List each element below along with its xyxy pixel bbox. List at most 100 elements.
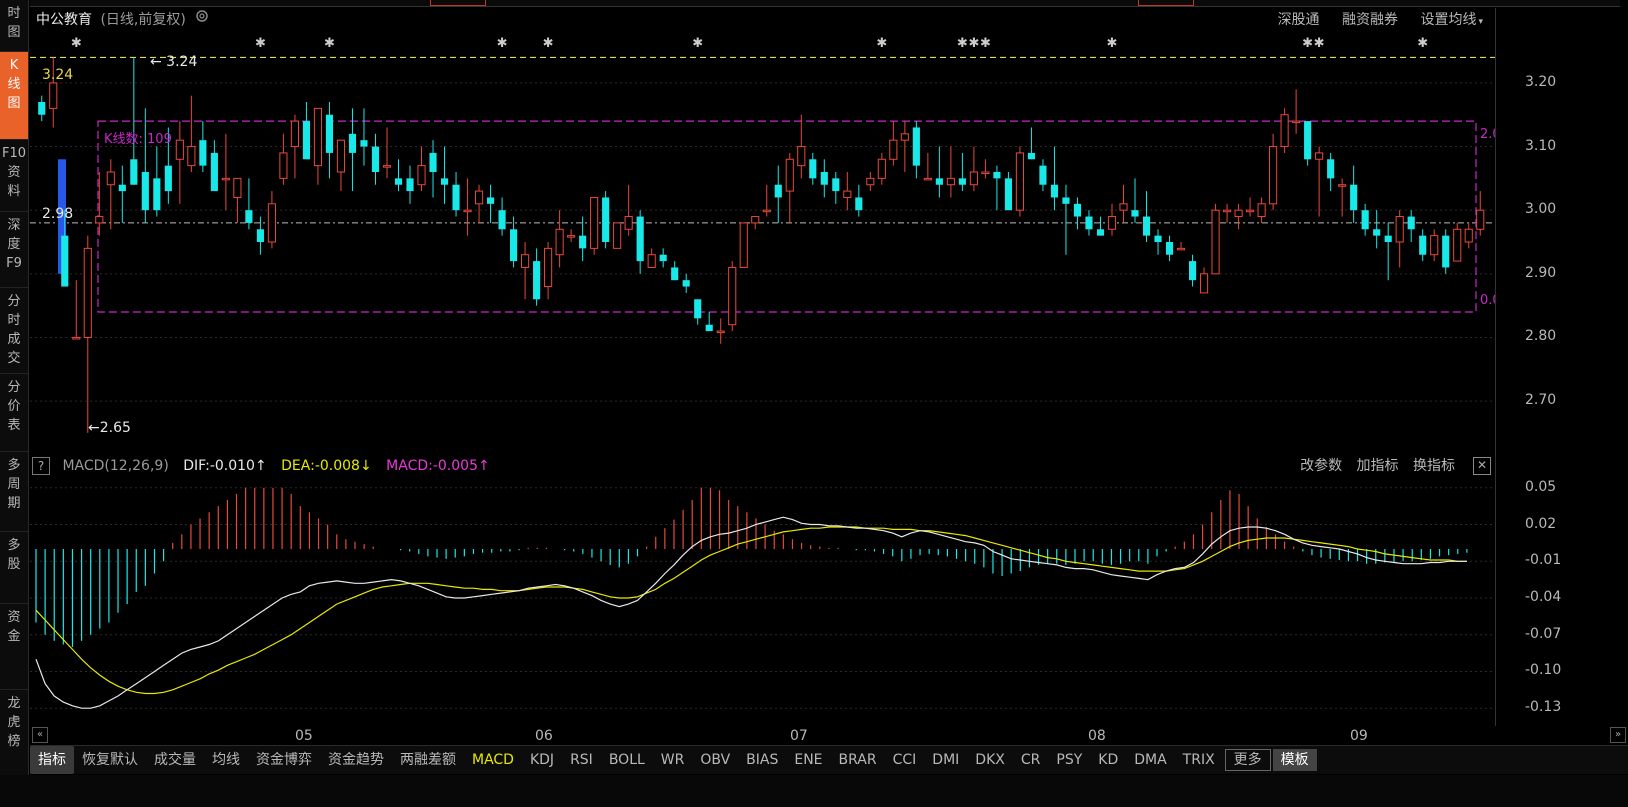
star-marker: ✱ bbox=[71, 36, 82, 51]
candle-body bbox=[820, 172, 828, 185]
candle-body bbox=[993, 172, 1001, 179]
tab-13[interactable]: BIAS bbox=[738, 746, 786, 774]
tab-19[interactable]: CR bbox=[1013, 746, 1049, 774]
tab-2[interactable]: 成交量 bbox=[146, 746, 204, 774]
candle-body bbox=[1476, 209, 1485, 230]
kline-count-label: K线数: 109 bbox=[104, 132, 172, 147]
tab-7[interactable]: MACD bbox=[464, 746, 522, 774]
candle-body bbox=[1292, 120, 1301, 124]
tab-23[interactable]: TRIX bbox=[1175, 746, 1223, 774]
candle-body bbox=[130, 159, 138, 185]
nav-item-text: 交 bbox=[7, 351, 21, 366]
candle-body bbox=[1188, 261, 1197, 281]
tab-12[interactable]: OBV bbox=[692, 746, 738, 774]
add-indicator-button[interactable]: 加指标 bbox=[1357, 458, 1399, 474]
tab-6[interactable]: 两融差额 bbox=[392, 746, 464, 774]
tab-8[interactable]: KDJ bbox=[522, 746, 562, 774]
arrow-up-icon: ↑ bbox=[254, 458, 267, 474]
tab-16[interactable]: CCI bbox=[885, 746, 925, 774]
candle-body bbox=[1234, 209, 1243, 218]
dif-label: DIF:-0.010 bbox=[183, 458, 255, 474]
edit-params-button[interactable]: 改参数 bbox=[1300, 458, 1342, 474]
tab-11[interactable]: WR bbox=[653, 746, 693, 774]
scroll-right-icon[interactable]: » bbox=[1610, 727, 1626, 743]
tab-10[interactable]: BOLL bbox=[601, 746, 653, 774]
nav-item-1[interactable]: K线图 bbox=[0, 52, 28, 140]
candle-body bbox=[1015, 152, 1024, 211]
scroll-left-icon[interactable]: « bbox=[32, 727, 48, 743]
link-margin[interactable]: 融资融券 bbox=[1342, 12, 1398, 28]
tab-9[interactable]: RSI bbox=[562, 746, 601, 774]
link-ma-settings[interactable]: 设置均线 ▾ bbox=[1420, 12, 1483, 28]
nav-item-text: 资 bbox=[7, 165, 21, 180]
chart-mode: (日线,前复权) bbox=[100, 12, 186, 28]
close-icon[interactable]: ✕ bbox=[1473, 457, 1491, 475]
nav-item-8[interactable]: 资金 bbox=[0, 604, 28, 690]
link-shengutong[interactable]: 深股通 bbox=[1278, 12, 1320, 28]
nav-item-text: 股 bbox=[7, 557, 21, 572]
candle-body bbox=[567, 235, 576, 238]
stock-name[interactable]: 中公教育 bbox=[36, 12, 92, 28]
nav-item-5[interactable]: 分价表 bbox=[0, 374, 28, 452]
star-marker: ✱ bbox=[255, 36, 266, 51]
tab-3[interactable]: 均线 bbox=[204, 746, 248, 774]
candle-body bbox=[843, 190, 852, 198]
macd-chart[interactable] bbox=[30, 478, 1495, 718]
tab-1[interactable]: 恢复默认 bbox=[74, 746, 146, 774]
candle-body bbox=[1350, 184, 1358, 211]
candle-body bbox=[1453, 228, 1462, 262]
candle-body bbox=[544, 247, 553, 288]
candle-body bbox=[877, 158, 886, 179]
nav-item-3[interactable]: 深度 F9 bbox=[0, 212, 28, 288]
candle-body bbox=[1442, 235, 1450, 268]
top-strip bbox=[30, 0, 1620, 7]
candle-body bbox=[682, 280, 690, 287]
nav-item-6[interactable]: 多周期 bbox=[0, 452, 28, 532]
candle-body bbox=[762, 209, 771, 213]
candle-body bbox=[302, 121, 311, 160]
nav-item-text: 虎 bbox=[7, 715, 21, 730]
tab-15[interactable]: BRAR bbox=[831, 746, 885, 774]
nav-item-7[interactable]: 多股 bbox=[0, 532, 28, 604]
nav-item-4[interactable]: 分时成交 bbox=[0, 288, 28, 374]
candle-body bbox=[946, 177, 955, 186]
candle-body bbox=[912, 127, 920, 166]
bottom-strip bbox=[0, 775, 1628, 807]
candle-body bbox=[647, 254, 656, 268]
candle-body bbox=[1211, 209, 1220, 275]
tab-17[interactable]: DMI bbox=[924, 746, 967, 774]
candle-body bbox=[533, 261, 541, 300]
time-axis-label: 05 bbox=[295, 728, 313, 744]
candle-body bbox=[705, 324, 713, 332]
tab-21[interactable]: KD bbox=[1090, 746, 1126, 774]
candle-body bbox=[463, 209, 472, 213]
price-axis-label: 3.20 bbox=[1525, 73, 1557, 90]
kline-chart[interactable]: ✱ ✱ ✱ ✱ ✱ ✱ ✱ ✱ ✱ ✱ ✱ ✱ ✱ ✱3.24← 3.24←2.652.98K线数: 10… bbox=[30, 32, 1495, 452]
candle-body bbox=[1131, 210, 1139, 217]
dea-line bbox=[35, 526, 1467, 695]
tab-25[interactable]: 模板 bbox=[1272, 749, 1317, 771]
star-marker: ✱ bbox=[1302, 36, 1313, 51]
nav-item-text: 表 bbox=[7, 418, 21, 433]
tab-24[interactable]: 更多 bbox=[1224, 749, 1271, 771]
tab-20[interactable]: PSY bbox=[1048, 746, 1090, 774]
candle-body bbox=[72, 336, 81, 340]
gear-icon[interactable] bbox=[194, 8, 210, 32]
nav-item-2[interactable]: F10 资料 bbox=[0, 140, 28, 212]
left-nav: 时图 K 线图 F10 资料深度 F9 分时成交分价表多周期多股资金龙虎榜 bbox=[0, 0, 29, 807]
tab-18[interactable]: DKX bbox=[967, 746, 1013, 774]
help-button[interactable]: ? bbox=[32, 457, 50, 475]
tab-4[interactable]: 资金博弈 bbox=[248, 746, 320, 774]
nav-item-text: 龙 bbox=[7, 696, 21, 711]
candle-body bbox=[1384, 235, 1392, 242]
tab-22[interactable]: DMA bbox=[1126, 746, 1174, 774]
low-arrow-label: ←2.65 bbox=[88, 420, 131, 436]
candle-body bbox=[336, 139, 346, 173]
tab-5[interactable]: 资金趋势 bbox=[320, 746, 392, 774]
candle-body bbox=[61, 235, 69, 287]
tab-14[interactable]: ENE bbox=[786, 746, 830, 774]
tab-0[interactable]: 指标 bbox=[30, 746, 74, 774]
nav-item-0[interactable]: 时图 bbox=[0, 0, 28, 52]
switch-indicator-button[interactable]: 换指标 bbox=[1413, 458, 1455, 474]
time-axis-label: 09 bbox=[1350, 728, 1368, 744]
